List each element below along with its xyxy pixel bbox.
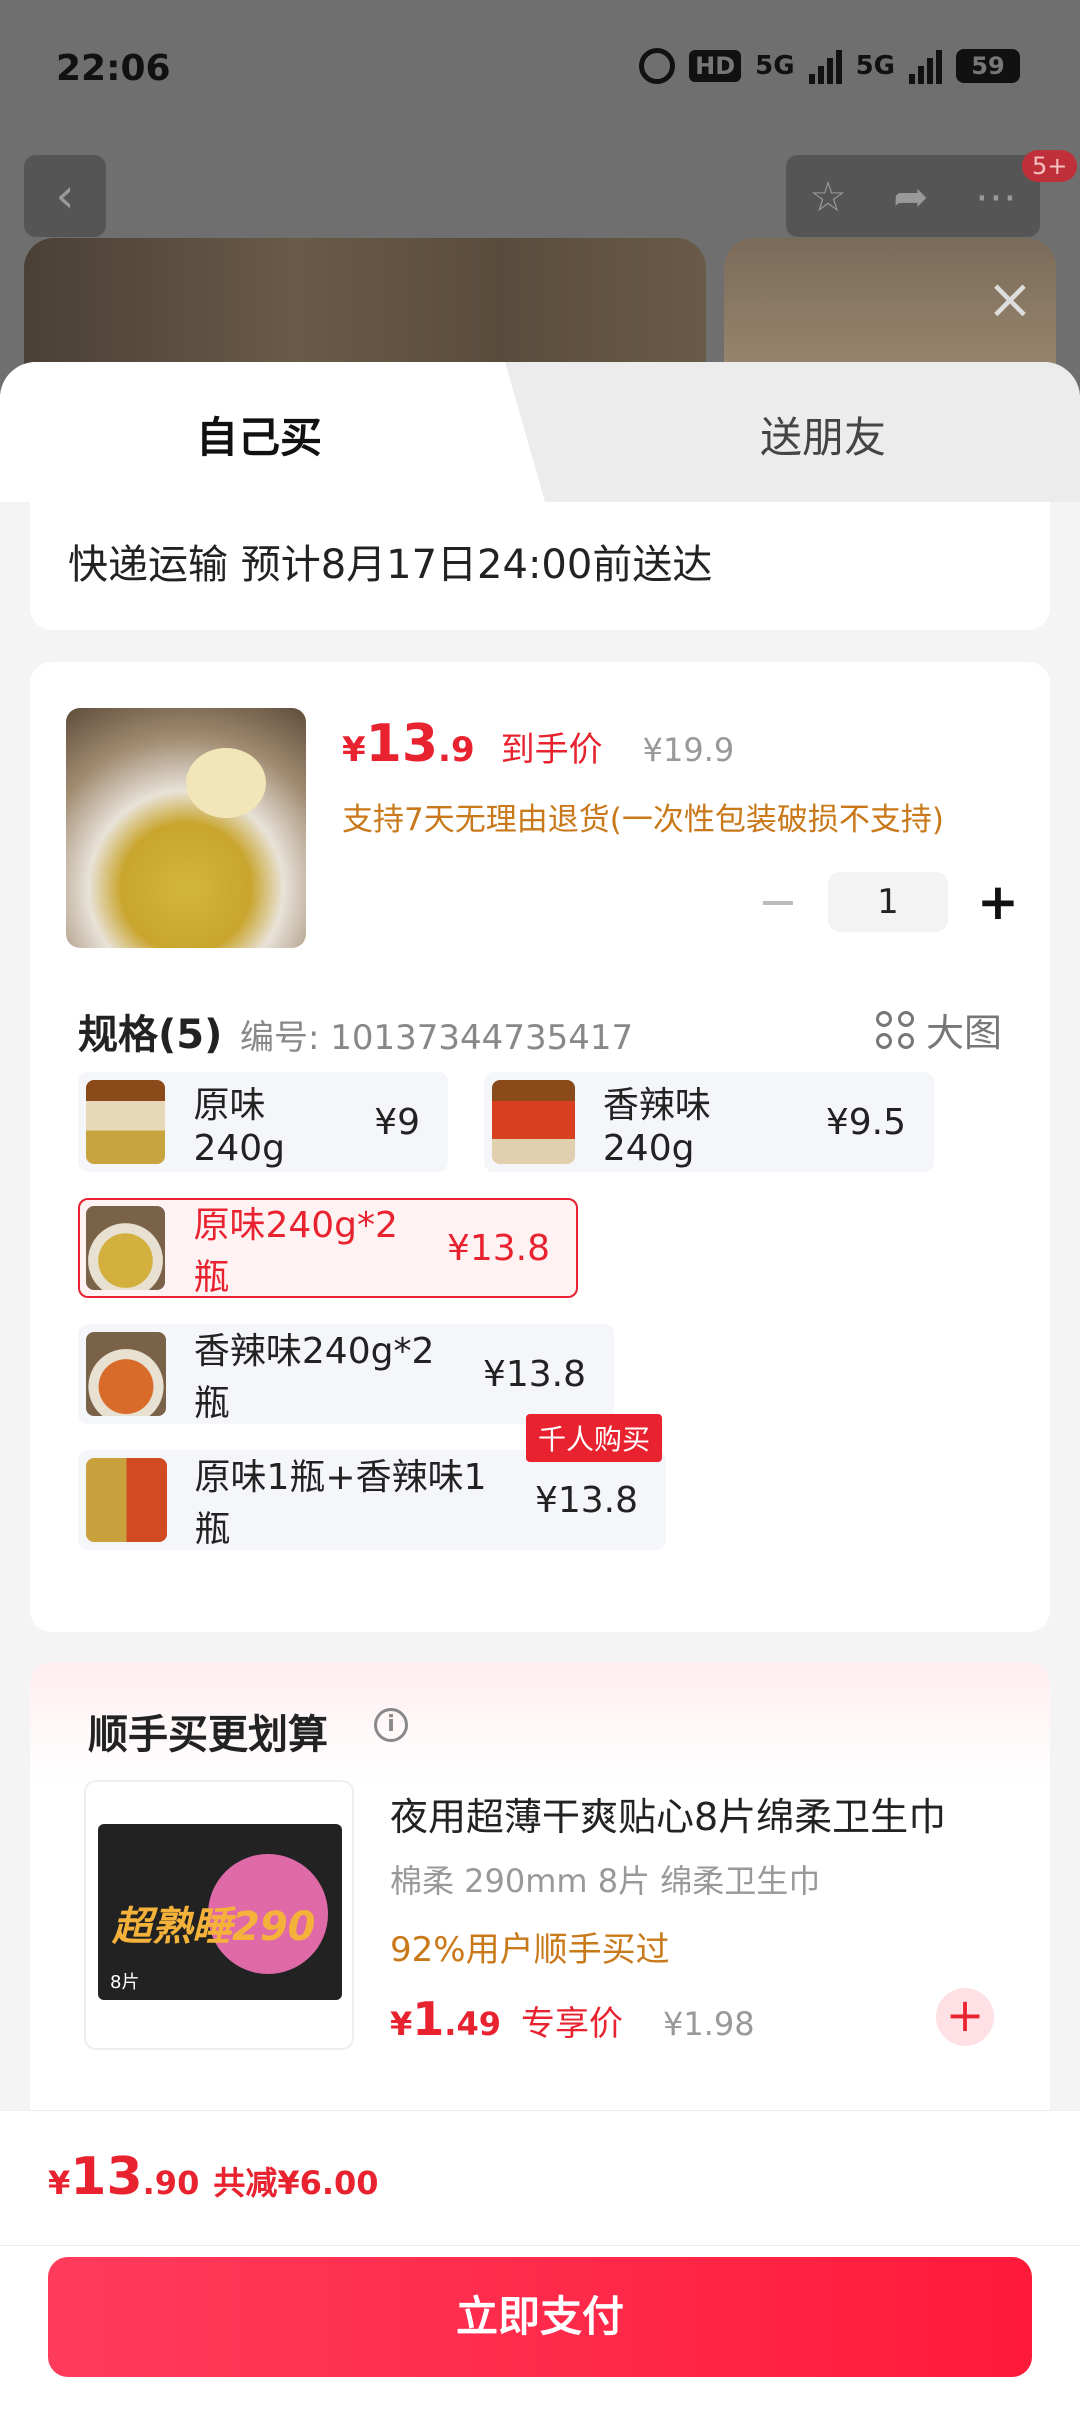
plus-icon[interactable]: +: [970, 873, 1026, 931]
minus-icon[interactable]: −: [750, 874, 806, 930]
addon-price-decimal: .49: [444, 2005, 501, 2043]
popular-badge: 千人购买: [526, 1414, 663, 1462]
addon-product-name[interactable]: 夜用超薄干爽贴心8片绵柔卫生巾: [390, 1786, 990, 1841]
notification-badge: 5+: [1022, 150, 1078, 182]
checkout-bar: ¥ 13 .90 共减¥6.00 立即支付: [0, 2110, 1080, 2412]
addon-price-integer: 1: [412, 1992, 445, 2046]
spec-option[interactable]: 原味240g ¥9: [78, 1072, 448, 1172]
discount-text: 共减¥6.00: [213, 2164, 379, 2202]
status-time: 22:06: [56, 48, 171, 89]
product-price: ¥ 13 .9 到手价 ¥19.9: [342, 714, 734, 774]
chevron-left-icon: ‹: [55, 168, 75, 224]
spec-thumbnail: [86, 1332, 166, 1416]
price-tag: 到手价: [500, 730, 603, 770]
network-label-2: 5G: [855, 51, 895, 81]
more-icon[interactable]: ⋯: [975, 172, 1017, 221]
spec-option-price: ¥9.5: [825, 1101, 906, 1143]
tab-bar: 自己买 送朋友: [0, 362, 1080, 502]
addon-package-text: 超熟睡290: [112, 1904, 316, 1950]
spec-option[interactable]: 原味1瓶+香辣味1瓶 ¥13.8: [78, 1450, 666, 1550]
spec-option-price: ¥13.8: [446, 1227, 550, 1269]
battery-icon: 59: [956, 49, 1020, 83]
quantity-stepper: − 1 +: [750, 872, 1026, 932]
close-icon[interactable]: ×: [982, 272, 1038, 328]
addon-price: ¥ 1 .49 专享价 ¥1.98: [390, 1992, 755, 2046]
addon-card: 顺手买更划算 i 超熟睡290 8片 夜用超薄干爽贴心8片绵柔卫生巾 棉柔 290…: [30, 1662, 1050, 2162]
tab-buy-self-label: 自己买: [196, 413, 323, 462]
spec-option-label: 香辣味240g*2瓶: [193, 1331, 435, 1424]
spec-thumbnail: [492, 1080, 575, 1164]
spec-option-price: ¥13.8: [534, 1479, 638, 1521]
addon-price-tag: 专享价: [520, 2004, 623, 2044]
spec-thumbnail: [86, 1206, 166, 1290]
hd-icon: HD: [689, 50, 742, 82]
spec-option-label: 原味1瓶+香辣味1瓶: [194, 1457, 487, 1550]
addon-original-price: ¥1.98: [662, 2005, 755, 2043]
product-image[interactable]: [66, 708, 306, 948]
delivery-card: 快递运输 预计8月17日24:00前送达: [30, 502, 1050, 630]
big-view-label: 大图: [925, 1011, 1002, 1055]
info-icon[interactable]: i: [374, 1708, 408, 1742]
spec-option-label: 香辣味240g: [602, 1084, 711, 1169]
spec-option-label: 原味240g: [193, 1084, 286, 1169]
delivery-text: 快递运输 预计8月17日24:00前送达: [68, 542, 713, 588]
total-symbol: ¥: [48, 2164, 71, 2202]
total-price: ¥ 13 .90 共减¥6.00: [48, 2147, 379, 2207]
status-bar: 22:06 HD 5G 5G 59: [0, 0, 1080, 140]
price-decimal: .9: [438, 730, 475, 770]
back-button[interactable]: ‹: [24, 155, 106, 237]
spec-option-label: 原味240g*2瓶: [193, 1205, 398, 1298]
addon-product-image[interactable]: 超熟睡290 8片: [84, 1780, 354, 2050]
share-icon[interactable]: ➦: [893, 172, 928, 221]
network-label-1: 5G: [755, 51, 795, 81]
spec-thumbnail: [86, 1458, 167, 1542]
spec-option[interactable]: 香辣味240g ¥9.5: [484, 1072, 934, 1172]
total-decimal: .90: [142, 2164, 200, 2202]
spec-option[interactable]: 香辣味240g*2瓶 ¥13.8: [78, 1324, 614, 1424]
spec-option-price: ¥13.8: [482, 1353, 586, 1395]
tab-buy-self[interactable]: 自己买: [0, 362, 545, 502]
addon-price-symbol: ¥: [390, 2005, 413, 2043]
spec-option-selected[interactable]: 原味240g*2瓶 ¥13.8: [78, 1198, 578, 1298]
divider: [0, 2245, 1080, 2246]
purchase-sheet: 自己买 送朋友 快递运输 预计8月17日24:00前送达 ¥ 13 .9 到手价…: [0, 362, 1080, 2412]
spec-title: 规格(5): [78, 1012, 223, 1058]
add-addon-button[interactable]: +: [936, 1988, 994, 2046]
status-icons: HD 5G 5G 59: [639, 48, 1020, 84]
price-integer: 13: [365, 714, 439, 774]
spec-thumbnail: [86, 1080, 166, 1164]
star-icon[interactable]: ☆: [809, 172, 847, 221]
price-symbol: ¥: [342, 730, 366, 770]
signal-icon: [808, 48, 842, 84]
spec-option-price: ¥9: [374, 1101, 420, 1143]
addon-package-count: 8片: [110, 1972, 140, 1993]
pay-now-button[interactable]: 立即支付: [48, 2257, 1032, 2377]
original-price: ¥19.9: [642, 731, 735, 769]
total-integer: 13: [70, 2147, 143, 2207]
addon-title: 顺手买更划算: [88, 1712, 328, 1758]
big-view-button[interactable]: 大图: [875, 1002, 1002, 1057]
product-card: ¥ 13 .9 到手价 ¥19.9 支持7天无理由退货(一次性包装破损不支持) …: [30, 662, 1050, 1632]
signal-icon-2: [909, 48, 942, 84]
spec-code: 编号: 10137344735417: [240, 1018, 634, 1058]
return-policy-note: 支持7天无理由退货(一次性包装破损不支持): [342, 802, 944, 838]
addon-bought-stat: 92%用户顺手买过: [390, 1930, 670, 1970]
addon-product-subtitle: 棉柔 290mm 8片 绵柔卫生巾: [390, 1862, 821, 1900]
tab-gift-friend[interactable]: 送朋友: [760, 404, 886, 465]
top-action-bar: ☆ ➦ ⋯: [786, 155, 1040, 237]
grid-icon: [875, 1010, 914, 1049]
alarm-icon: [639, 48, 676, 84]
quantity-value[interactable]: 1: [828, 872, 948, 932]
